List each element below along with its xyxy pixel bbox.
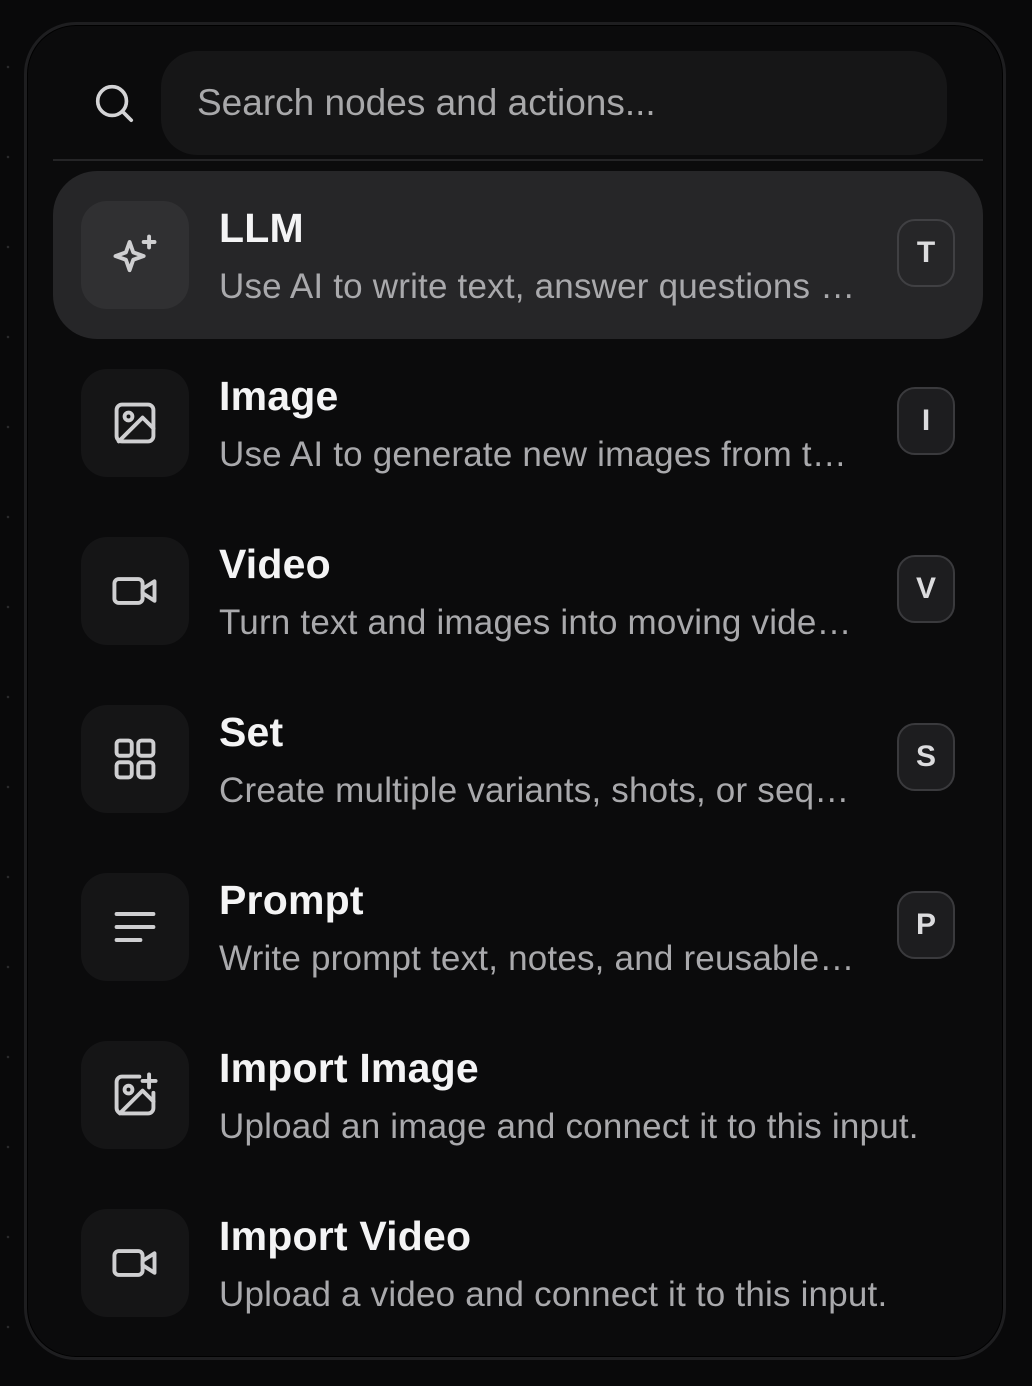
shortcut-badge: V (897, 555, 955, 623)
item-description: Write prompt text, notes, and reusable s… (219, 939, 859, 978)
item-title: Image (219, 373, 339, 419)
item-title: Set (219, 709, 284, 755)
text-lines-icon (81, 873, 189, 981)
list-item-import-image[interactable]: Import Image Upload an image and connect… (53, 1011, 983, 1179)
image-icon (81, 369, 189, 477)
item-title: LLM (219, 205, 304, 251)
video-icon (81, 1209, 189, 1317)
video-icon (81, 537, 189, 645)
item-description: Use AI to write text, answer questions a… (219, 267, 859, 306)
image-plus-icon (81, 1041, 189, 1149)
shortcut-badge: S (897, 723, 955, 791)
command-palette: LLM Use AI to write text, answer questio… (24, 22, 1006, 1360)
item-description: Use AI to generate new images from text … (219, 435, 859, 474)
item-description: Upload a video and connect it to this in… (219, 1275, 888, 1314)
list-item-video[interactable]: Video Turn text and images into moving v… (53, 507, 983, 675)
list-item-image[interactable]: Image Use AI to generate new images from… (53, 339, 983, 507)
list-item-llm[interactable]: LLM Use AI to write text, answer questio… (53, 171, 983, 339)
search-icon (91, 80, 137, 126)
list-item-prompt[interactable]: Prompt Write prompt text, notes, and reu… (53, 843, 983, 1011)
node-list: LLM Use AI to write text, answer questio… (53, 171, 983, 1347)
item-title: Video (219, 541, 331, 587)
item-description: Upload an image and connect it to this i… (219, 1107, 919, 1146)
shortcut-badge: T (897, 219, 955, 287)
shortcut-badge: P (897, 891, 955, 959)
list-item-import-video[interactable]: Import Video Upload a video and connect … (53, 1179, 983, 1347)
item-description: Turn text and images into moving video c… (219, 603, 859, 642)
sparkles-icon (81, 201, 189, 309)
item-title: Import Image (219, 1045, 479, 1091)
grid-icon (81, 705, 189, 813)
shortcut-badge: I (897, 387, 955, 455)
item-title: Prompt (219, 877, 364, 923)
item-title: Import Video (219, 1213, 472, 1259)
search-input[interactable] (161, 51, 947, 155)
list-item-set[interactable]: Set Create multiple variants, shots, or … (53, 675, 983, 843)
search-bar (53, 51, 983, 161)
item-description: Create multiple variants, shots, or sequ… (219, 771, 859, 810)
